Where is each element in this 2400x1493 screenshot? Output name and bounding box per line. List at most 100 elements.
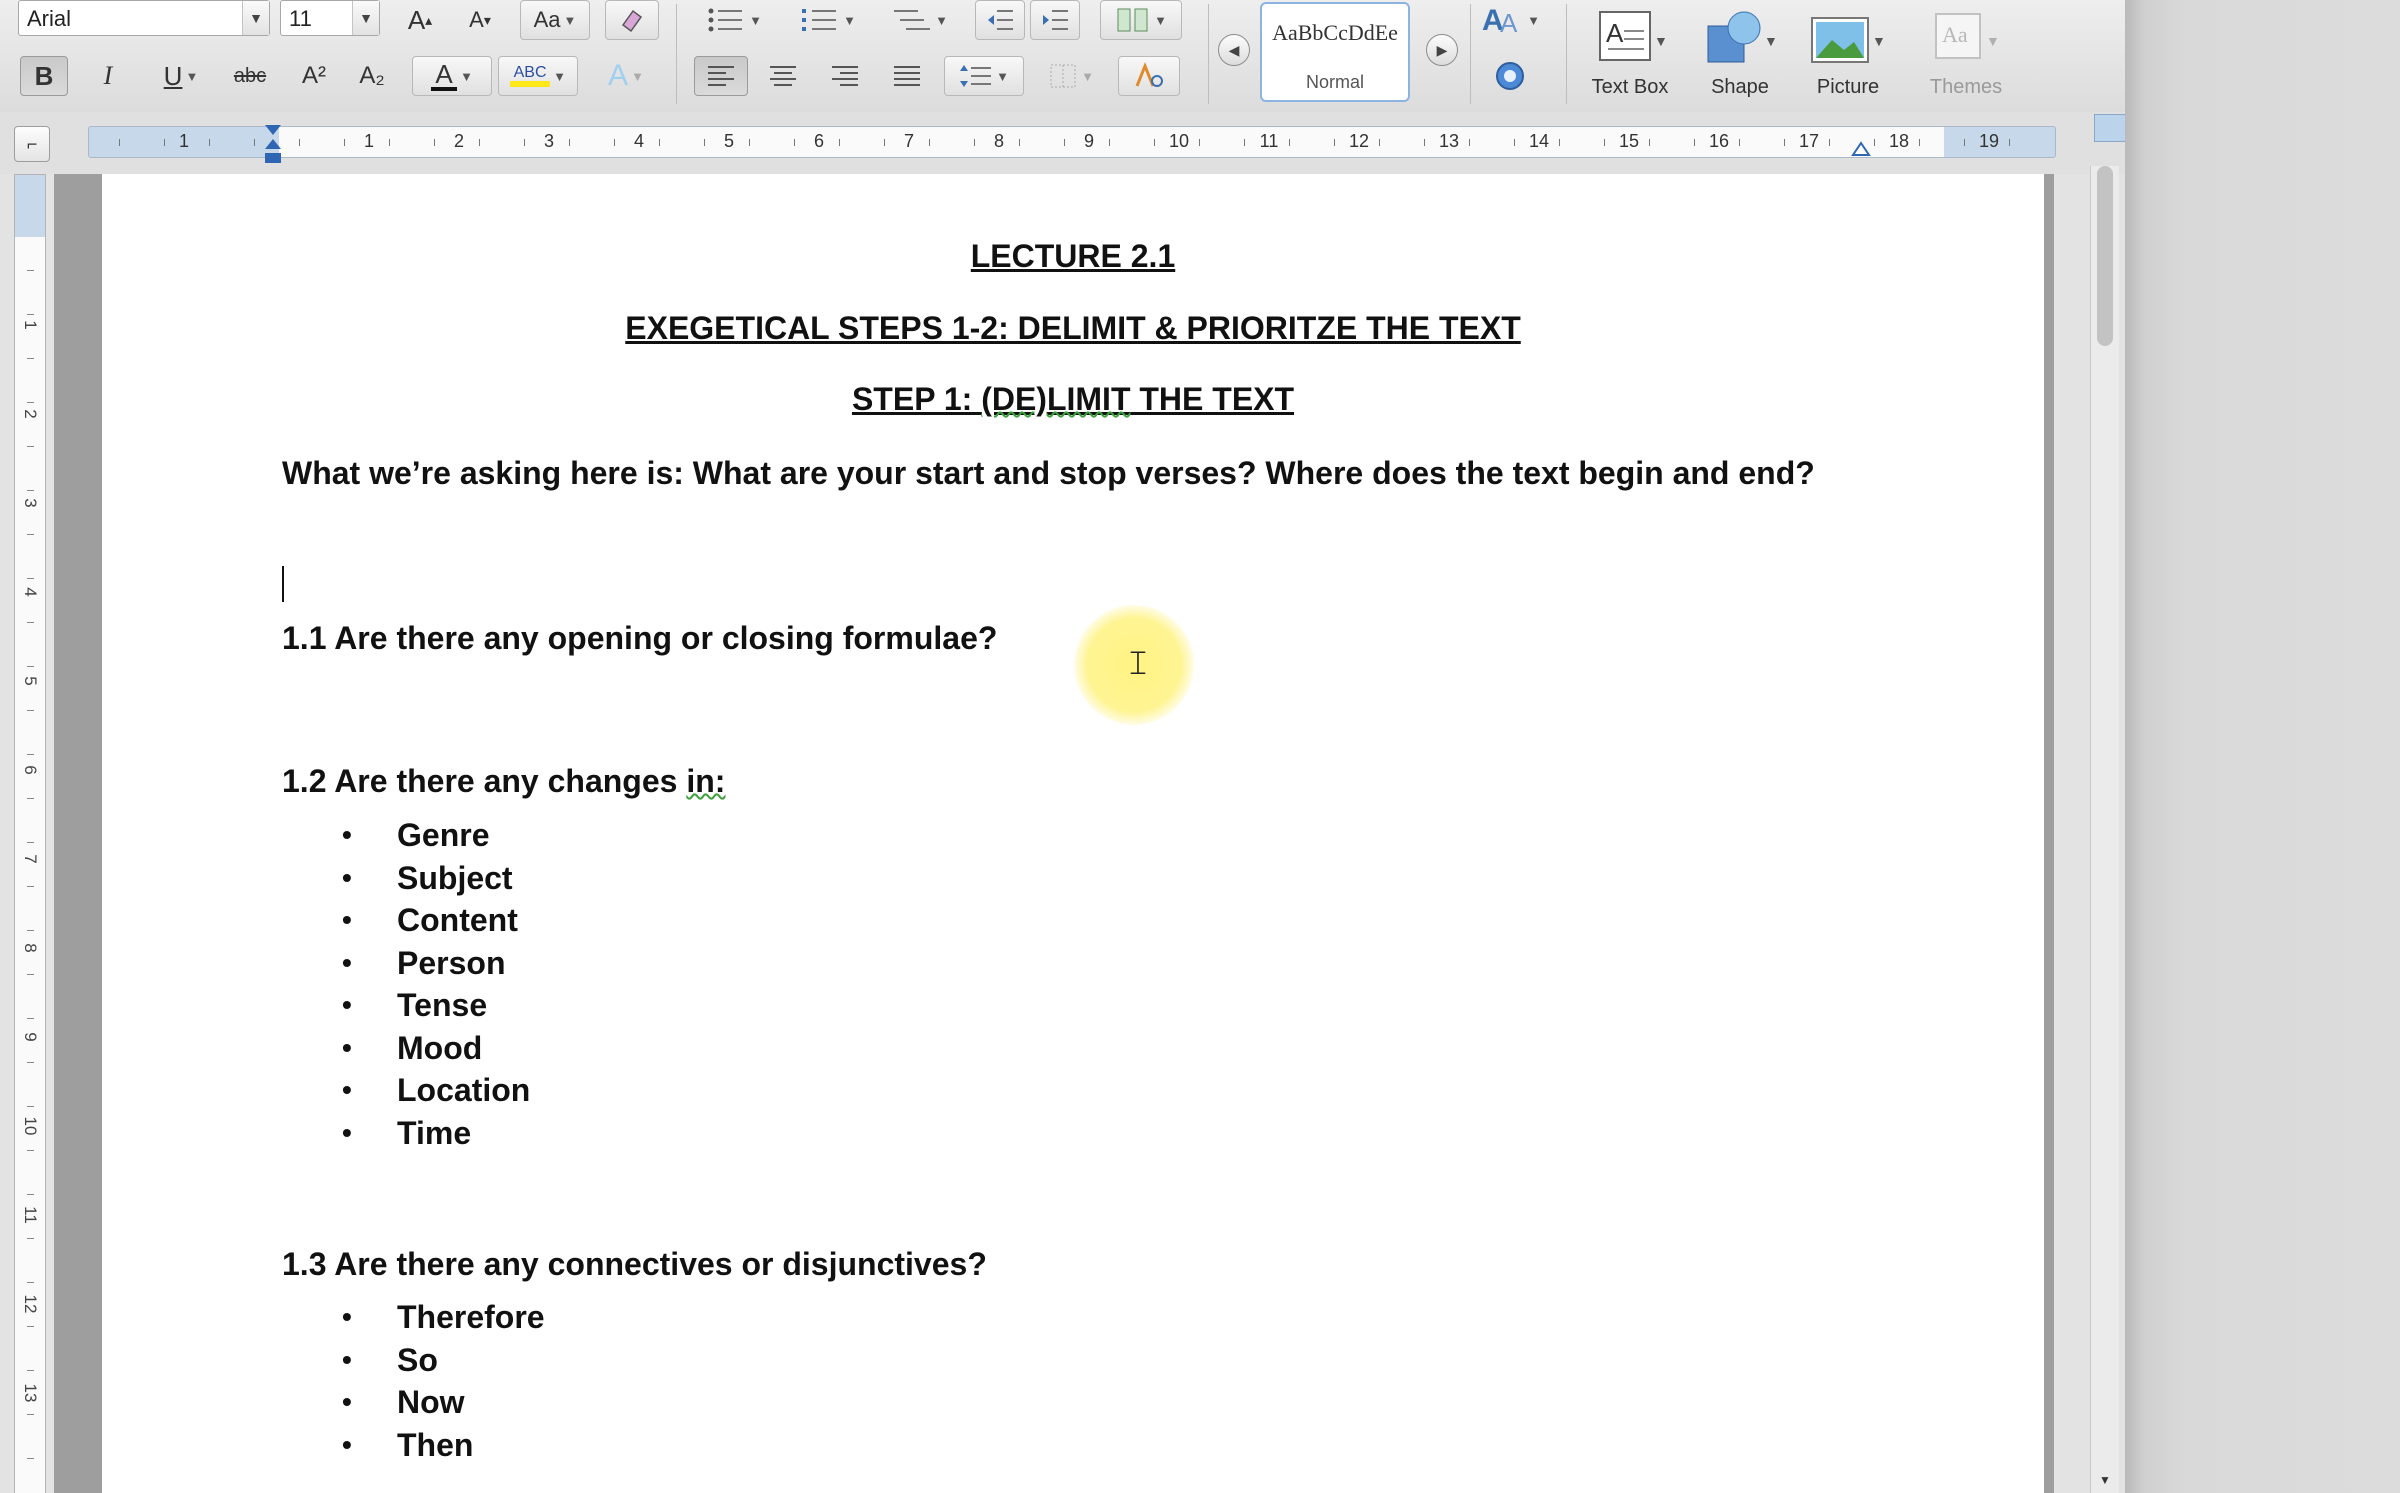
shading-button[interactable]	[1118, 56, 1180, 96]
font-name-box[interactable]: Arial ▼	[18, 0, 270, 36]
vertical-ruler-tick	[27, 1062, 34, 1063]
styles-gallery-normal[interactable]: AaBbCcDdEe Normal	[1260, 2, 1410, 102]
list-item: So	[342, 1339, 545, 1382]
vertical-ruler-tick	[27, 270, 34, 271]
align-right-icon	[832, 66, 858, 86]
themes-button[interactable]: Aa ▼ Themes	[1916, 4, 2016, 104]
ruler-tick	[389, 139, 390, 146]
styles-next-button[interactable]: ▶	[1426, 34, 1458, 66]
font-color-button[interactable]: A ▼	[412, 56, 492, 96]
highlight-button[interactable]: ABC ▼	[498, 56, 578, 96]
horizontal-ruler[interactable]: 1 1 2 3 4 5 6 7 8 9 10 11 12 13 14 15 16 17 18 19	[88, 125, 2056, 163]
ruler-tick	[749, 139, 750, 146]
vertical-ruler-tick	[27, 1458, 34, 1459]
multilevel-list-button[interactable]: ▼	[880, 0, 960, 40]
align-center-button[interactable]	[756, 56, 810, 96]
superscript-icon: A²	[302, 62, 326, 89]
increase-indent-button[interactable]	[1030, 0, 1080, 40]
styles-pane-button[interactable]: A A ▼	[1480, 0, 1540, 40]
right-indent-marker-icon[interactable]	[1849, 133, 1873, 159]
shape-button[interactable]: ▼ Shape	[1690, 4, 1790, 104]
align-left-button[interactable]	[694, 56, 748, 96]
text-box-button[interactable]: A ▼ Text Box	[1580, 4, 1680, 104]
ruler-tick	[1379, 139, 1380, 146]
ruler-number: 1	[178, 131, 190, 151]
intro-paragraph: What we’re asking here is: What are your…	[282, 455, 1815, 491]
ruler-tick	[1739, 139, 1740, 146]
ruler-number: 13	[1438, 131, 1460, 151]
grow-font-button[interactable]: A ▴	[395, 0, 445, 40]
bullets-button[interactable]: ▼	[692, 0, 776, 40]
underline-button[interactable]: U ▼	[146, 56, 216, 96]
lecture-title: LECTURE 2.1	[970, 238, 1176, 274]
chevron-down-icon: ▼	[749, 12, 762, 28]
numbering-button[interactable]: ▼	[786, 0, 870, 40]
align-right-button[interactable]	[818, 56, 872, 96]
vertical-ruler-tick	[27, 886, 34, 887]
bold-button[interactable]: B	[20, 56, 68, 96]
themes-icon: Aa ▼	[1935, 13, 2000, 59]
gear-globe-icon	[1496, 62, 1524, 90]
ruler-tick	[1514, 139, 1515, 146]
clear-formatting-button[interactable]	[605, 0, 659, 40]
picture-button[interactable]: ▼ Picture	[1798, 4, 1898, 104]
subscript-button[interactable]: A₂	[348, 56, 396, 96]
ruler-number: 2	[453, 131, 465, 151]
chevron-down-icon: ▼	[1154, 12, 1167, 28]
text-box-label: Text Box	[1591, 76, 1669, 98]
shrink-font-icon: A	[469, 7, 484, 32]
strikethrough-button[interactable]: abc	[222, 56, 278, 96]
grow-font-icon: A	[407, 4, 426, 35]
document-page[interactable]: LECTURE 2.1 EXEGETICAL STEPS 1-2: DELIMI…	[102, 174, 2044, 1493]
shrink-font-button[interactable]: A ▾	[455, 0, 505, 40]
ruler-tick	[2009, 139, 2010, 146]
vertical-ruler-number: 12	[21, 1294, 40, 1314]
justify-button[interactable]	[880, 56, 934, 96]
columns-button[interactable]: ▼	[1100, 0, 1182, 40]
view-ruler-button[interactable]	[2094, 114, 2125, 142]
font-size-box[interactable]: 11 ▼	[280, 0, 380, 36]
ruler-tick	[1109, 139, 1110, 146]
ruler-tick	[974, 139, 975, 146]
scroll-thumb[interactable]	[2097, 166, 2113, 346]
borders-button[interactable]: ▼	[1036, 56, 1106, 96]
ruler-tick	[344, 139, 345, 146]
italic-icon: I	[103, 61, 113, 90]
themes-label: Themes	[1929, 76, 2003, 98]
line-spacing-button[interactable]: ▼	[944, 56, 1024, 96]
ruler-number: 17	[1798, 131, 1820, 151]
decrease-indent-button[interactable]	[975, 0, 1025, 40]
ruler-tick	[524, 139, 525, 146]
text-effects-button[interactable]: A ▼	[596, 56, 656, 96]
vertical-ruler-tick	[27, 1150, 34, 1151]
chevron-down-icon[interactable]: ▼	[242, 1, 269, 35]
group-separator	[1566, 4, 1567, 104]
vertical-ruler-tick	[27, 1106, 34, 1107]
chevron-down-icon[interactable]: ▼	[352, 1, 379, 35]
change-case-button[interactable]: Aa ▼	[520, 0, 590, 40]
scroll-down-arrow-icon[interactable]: ▼	[2095, 1473, 2115, 1493]
tab-selector-button[interactable]: ⌐	[14, 126, 50, 162]
vertical-ruler-tick	[27, 842, 34, 843]
styles-prev-button[interactable]: ◀	[1218, 34, 1250, 66]
italic-button[interactable]: I	[84, 56, 132, 96]
superscript-button[interactable]: A²	[290, 56, 338, 96]
document-canvas: LECTURE 2.1 EXEGETICAL STEPS 1-2: DELIMI…	[54, 174, 2054, 1493]
svg-text:A: A	[1606, 18, 1624, 48]
highlight-letters: ABC	[513, 64, 547, 81]
ruler-tick	[659, 139, 660, 146]
manage-styles-button[interactable]	[1486, 56, 1534, 96]
vertical-scrollbar[interactable]: ▼	[2090, 166, 2119, 1493]
ruler-number: 10	[1168, 131, 1190, 151]
ruler-row: ⌐ 1 1 2 3 4 5 6 7 8 9 10 11 12 13 14 15 16 17 18 19	[0, 112, 2125, 174]
document-body[interactable]: LECTURE 2.1 EXEGETICAL STEPS 1-2: DELIMI…	[102, 174, 2044, 1493]
indent-marker-icon[interactable]	[261, 123, 285, 167]
chevron-down-icon: ▼	[843, 12, 856, 28]
vertical-ruler-tick	[27, 666, 34, 667]
numbered-list-icon	[802, 9, 837, 31]
ruler-tick	[1874, 139, 1875, 146]
ruler-tick	[299, 139, 300, 146]
ruler-number: 4	[633, 131, 645, 151]
highlight-swatch	[510, 81, 551, 87]
chevron-down-icon: ▼	[935, 12, 948, 28]
